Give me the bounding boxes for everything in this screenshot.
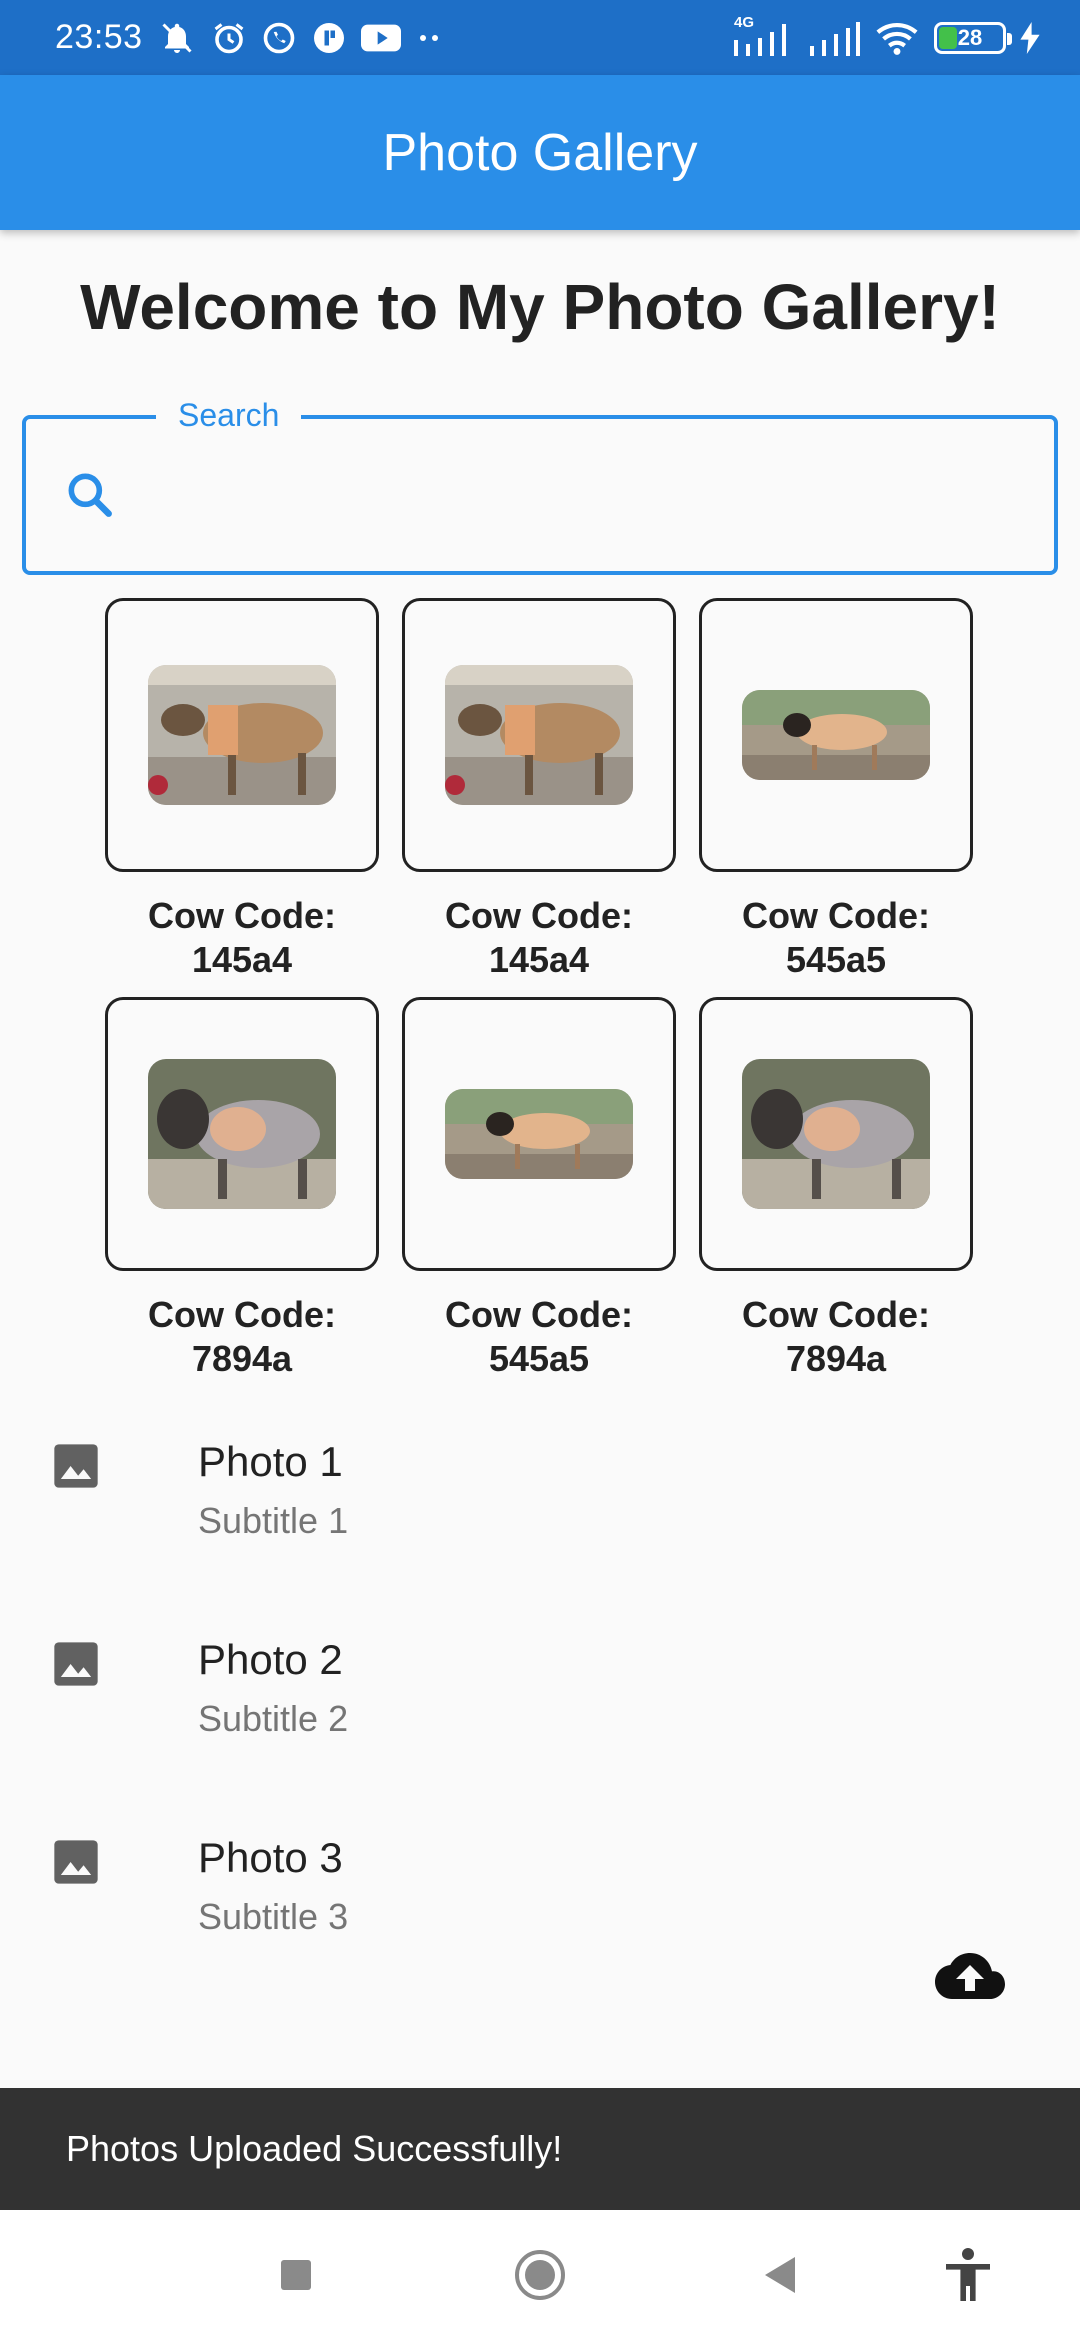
- cow-photo: [445, 665, 633, 805]
- upload-button[interactable]: [934, 1950, 1006, 2002]
- photo-card[interactable]: Cow Code: 7894a: [105, 997, 379, 1381]
- signal-icon: 4G: [730, 14, 794, 56]
- cow-code-label: Cow Code: 145a4: [148, 895, 336, 980]
- search-label: Search: [156, 397, 302, 434]
- list-item[interactable]: Photo 1 Subtitle 1: [0, 1420, 1080, 1618]
- home-icon: [514, 2249, 566, 2301]
- cow-photo: [148, 1059, 336, 1209]
- youtube-icon: [360, 22, 401, 54]
- mute-icon: [157, 20, 197, 56]
- recents-icon: [279, 2258, 313, 2292]
- photo-list: Photo 1 Subtitle 1 Photo 2 Subtitle 2 Ph…: [0, 1420, 1080, 2014]
- back-icon: [761, 2255, 799, 2295]
- alarm-icon: [211, 20, 247, 56]
- search-icon: [62, 467, 118, 523]
- home-button[interactable]: [480, 2210, 600, 2340]
- list-item-subtitle: Subtitle 2: [198, 1698, 349, 1739]
- photo-thumbnail-frame[interactable]: [699, 598, 973, 872]
- photo-thumbnail-frame[interactable]: [402, 598, 676, 872]
- image-icon: [50, 1638, 102, 1690]
- back-button[interactable]: [720, 2210, 840, 2340]
- charging-icon: [1020, 21, 1040, 54]
- image-icon: [50, 1440, 102, 1492]
- image-icon: [50, 1836, 102, 1888]
- photo-thumbnail-frame[interactable]: [105, 997, 379, 1271]
- signal-icon: [808, 20, 860, 56]
- network-type: 4G: [734, 13, 755, 31]
- cow-photo: [148, 665, 336, 805]
- cow-code-label: Cow Code: 7894a: [148, 1294, 336, 1379]
- cow-photo: [742, 690, 930, 780]
- list-item-title: Photo 1: [198, 1438, 343, 1485]
- status-bar: 23:53 4G 28: [0, 0, 1080, 75]
- cow-code-label: Cow Code: 545a5: [445, 1294, 633, 1379]
- photo-grid: Cow Code: 145a4 Cow Code: 145a4 Cow Code…: [105, 598, 975, 1381]
- list-item[interactable]: Photo 2 Subtitle 2: [0, 1618, 1080, 1816]
- welcome-heading: Welcome to My Photo Gallery!: [80, 271, 1000, 343]
- photo-card[interactable]: Cow Code: 545a5: [699, 598, 973, 982]
- search-input[interactable]: [118, 419, 1054, 571]
- cow-code-label: Cow Code: 145a4: [445, 895, 633, 980]
- list-item-subtitle: Subtitle 1: [198, 1500, 349, 1541]
- app-icon: [311, 20, 347, 56]
- search-field[interactable]: Search: [22, 397, 1058, 575]
- accessibility-button[interactable]: [908, 2210, 1028, 2340]
- app-bar: Photo Gallery: [0, 75, 1080, 230]
- photo-card[interactable]: Cow Code: 7894a: [699, 997, 973, 1381]
- photo-thumbnail-frame[interactable]: [402, 997, 676, 1271]
- battery-percent: 28: [957, 24, 983, 50]
- status-right: 4G 28: [730, 14, 1040, 56]
- status-time: 23:53: [55, 18, 143, 56]
- photo-thumbnail-frame[interactable]: [699, 997, 973, 1271]
- photo-card[interactable]: Cow Code: 145a4: [402, 598, 676, 982]
- snackbar-message: Photos Uploaded Successfully!: [66, 2128, 563, 2169]
- battery-icon: 28: [934, 21, 1012, 54]
- cow-code-label: Cow Code: 7894a: [742, 1294, 930, 1379]
- whatsapp-icon: [261, 20, 297, 56]
- snackbar: Photos Uploaded Successfully!: [0, 2088, 1080, 2210]
- cow-photo: [742, 1059, 930, 1209]
- cow-photo: [445, 1089, 633, 1179]
- cow-code-label: Cow Code: 545a5: [742, 895, 930, 980]
- system-nav-bar: [0, 2210, 1080, 2340]
- cloud-upload-icon: [934, 1951, 1006, 2001]
- app-title: Photo Gallery: [382, 123, 698, 182]
- list-item-subtitle: Subtitle 3: [198, 1896, 349, 1937]
- status-left: 23:53: [55, 18, 445, 57]
- list-item-title: Photo 2: [198, 1636, 343, 1683]
- more-dots-icon: [415, 32, 445, 44]
- accessibility-icon: [943, 2247, 993, 2303]
- wifi-icon: [874, 20, 920, 56]
- list-item-title: Photo 3: [198, 1834, 343, 1881]
- list-item[interactable]: Photo 3 Subtitle 3: [0, 1816, 1080, 2014]
- photo-thumbnail-frame[interactable]: [105, 598, 379, 872]
- photo-card[interactable]: Cow Code: 545a5: [402, 997, 676, 1381]
- recents-button[interactable]: [236, 2210, 356, 2340]
- photo-card[interactable]: Cow Code: 145a4: [105, 598, 379, 982]
